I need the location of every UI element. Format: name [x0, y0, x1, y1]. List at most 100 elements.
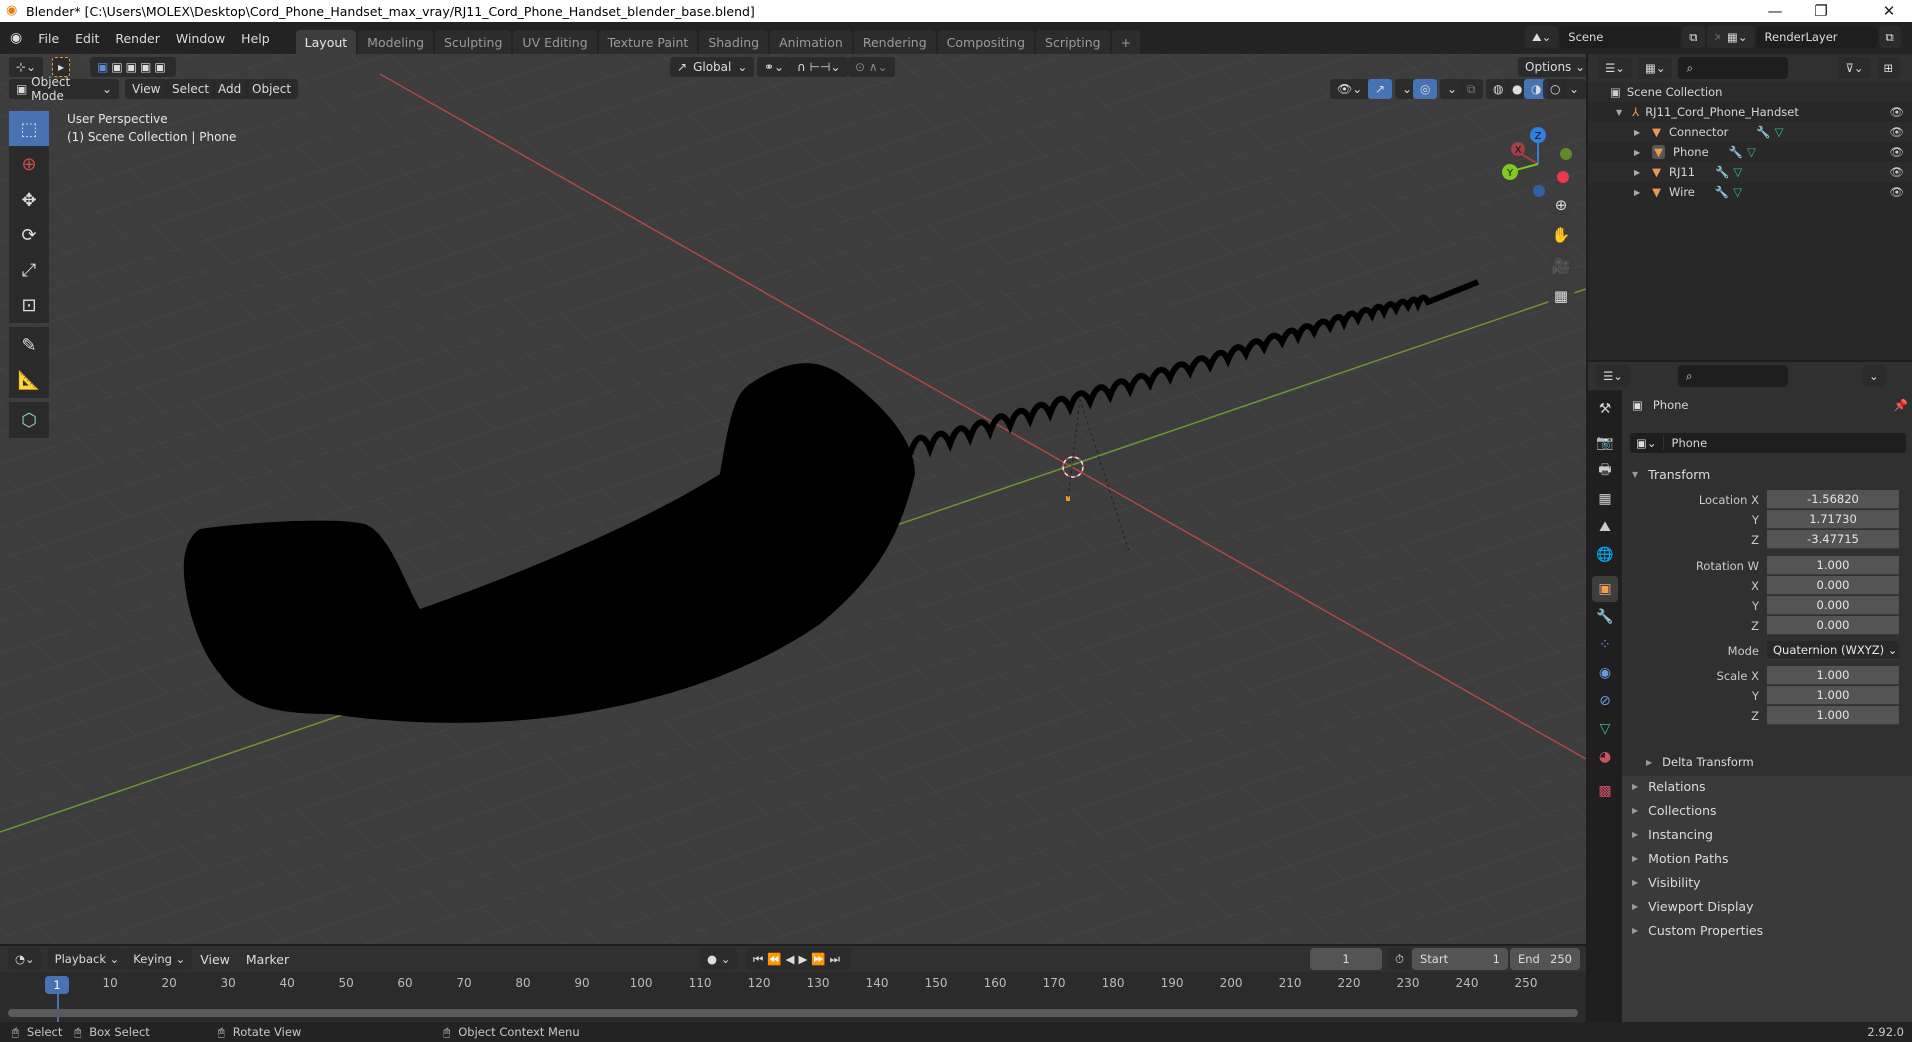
snap-toggle[interactable]: ∩ ⊢⊣⌄	[790, 57, 848, 77]
pin-icon[interactable]: 📌	[1894, 398, 1908, 412]
custom-properties-panel[interactable]: ▶ Custom Properties	[1632, 918, 1763, 942]
proportional-edit-toggle[interactable]: ⊙ ∧⌄	[848, 57, 895, 77]
select-box-tool[interactable]: ⬚	[9, 111, 49, 147]
properties-options-dropdown[interactable]: ⌄	[1861, 365, 1886, 387]
scene-tab-icon[interactable]: ⛰	[1592, 514, 1618, 540]
tab-rendering[interactable]: Rendering	[853, 30, 936, 54]
outliner-object-row[interactable]: ▶ ▼ Phone 🔧 ▽ 👁	[1588, 142, 1912, 162]
location-x-field[interactable]: -1.56820	[1767, 490, 1899, 509]
tab-shading[interactable]: Shading	[699, 30, 769, 54]
outliner-collection-row[interactable]: ▼ ⅄ RJ11_Cord_Phone_Handset 👁	[1588, 102, 1912, 122]
location-z-field[interactable]: -3.47715	[1767, 530, 1899, 549]
scene-name-field[interactable]: Scene	[1560, 26, 1681, 48]
properties-search-input[interactable]: ⌕	[1677, 365, 1788, 387]
add-cube-tool[interactable]: ⬡	[9, 402, 49, 438]
scale-z-field[interactable]: 1.000	[1767, 706, 1899, 725]
menu-select[interactable]: Select	[165, 79, 217, 99]
playhead[interactable]: 1	[45, 976, 69, 994]
motion-paths-panel[interactable]: ▶ Motion Paths	[1632, 846, 1728, 870]
expand-triangle-icon[interactable]: ▶	[1634, 128, 1640, 137]
pan-view-icon[interactable]: ✋	[1547, 221, 1575, 249]
tab-modeling[interactable]: Modeling	[358, 30, 434, 54]
scale-x-field[interactable]: 1.000	[1767, 666, 1899, 685]
close-button[interactable]: ✕	[1866, 0, 1912, 22]
expand-triangle-icon[interactable]: ▶	[1634, 148, 1640, 157]
expand-triangle-icon[interactable]: ▶	[1634, 168, 1640, 177]
rotation-z-field[interactable]: 0.000	[1767, 616, 1899, 635]
add-workspace-button[interactable]: +	[1111, 30, 1141, 54]
minimize-button[interactable]: —	[1752, 0, 1798, 22]
rotate-tool[interactable]: ⟳	[9, 217, 49, 253]
outliner-object-row[interactable]: ▶ ▼ Connector 🔧 ▽ 👁	[1588, 122, 1912, 142]
expand-triangle-icon[interactable]: ▶	[1634, 188, 1640, 197]
pivot-point-dropdown[interactable]: ⚭⌄	[757, 57, 792, 77]
menu-object[interactable]: Object	[245, 79, 299, 99]
measure-tool[interactable]: 📐	[9, 362, 49, 398]
navigation-gizmo[interactable]: Z X Y	[1490, 114, 1580, 204]
outliner-filter-icon[interactable]: ▦⌄	[1637, 57, 1673, 79]
transform-tool[interactable]: ⊡	[9, 287, 49, 323]
view-layer-field[interactable]: RenderLayer	[1756, 26, 1877, 48]
outliner-search-input[interactable]: ⌕	[1678, 57, 1789, 79]
new-scene-button[interactable]: ⧉	[1682, 26, 1705, 48]
maximize-button[interactable]: ❐	[1798, 0, 1844, 22]
scene-selector-icon[interactable]: ⛰⌄	[1525, 26, 1559, 48]
rotation-x-field[interactable]: 0.000	[1767, 576, 1899, 595]
camera-view-icon[interactable]: 🎥	[1547, 252, 1575, 280]
object-type-dropdown[interactable]: ▣⌄	[1630, 436, 1664, 450]
timeline-editor[interactable]: ◔⌄ Playback ⌄ Keying ⌄ View Marker ● ⌄ ⏮…	[0, 946, 1586, 1024]
tab-scripting[interactable]: Scripting	[1036, 30, 1110, 54]
visibility-eye-icon[interactable]: 👁	[1889, 125, 1904, 139]
tab-layout[interactable]: Layout	[295, 30, 357, 54]
expand-triangle-icon[interactable]: ▼	[1616, 108, 1622, 117]
outliner-display-mode[interactable]: ☰⌄	[1598, 57, 1632, 79]
move-tool[interactable]: ✥	[9, 182, 49, 218]
data-tab-icon[interactable]: ▽	[1592, 716, 1618, 742]
gizmo-toggle[interactable]: ↗	[1368, 79, 1393, 99]
annotate-tool[interactable]: ✎	[9, 327, 49, 363]
visibility-eye-icon[interactable]: 👁	[1889, 145, 1904, 159]
instancing-panel[interactable]: ▶ Instancing	[1632, 822, 1713, 846]
material-tab-icon[interactable]: ◕	[1592, 744, 1618, 770]
3d-viewport[interactable]: ⊹⌄ ▸ ▣ ▣▣▣▣ ↗ Global ⌄ ⚭⌄ ∩ ⊢⊣⌄ ⊙ ∧⌄ Optio…	[0, 54, 1586, 944]
object-name-field[interactable]: ▣⌄ Phone	[1630, 433, 1906, 453]
constraints-tab-icon[interactable]: ⊘	[1592, 688, 1618, 714]
new-collection-button[interactable]: ⊞	[1876, 57, 1901, 79]
xray-toggle[interactable]: ⧉	[1460, 79, 1483, 99]
rotation-w-field[interactable]: 1.000	[1767, 556, 1899, 575]
visibility-panel[interactable]: ▶ Visibility	[1632, 870, 1701, 894]
select-tool-icon[interactable]: ▸	[52, 57, 71, 77]
tab-texture-paint[interactable]: Texture Paint	[598, 30, 698, 54]
menu-window[interactable]: Window	[168, 31, 233, 46]
menu-view[interactable]: View	[125, 79, 168, 99]
scale-tool[interactable]: ⤢	[9, 252, 49, 288]
transform-panel-header[interactable]: ▼ Transform	[1632, 462, 1710, 486]
delta-transform-subpanel[interactable]: ▶ Delta Transform	[1646, 750, 1754, 774]
visibility-eye-icon[interactable]: 👁	[1889, 105, 1904, 119]
options-dropdown[interactable]: Options ⌄	[1518, 57, 1586, 77]
physics-tab-icon[interactable]: ◉	[1592, 660, 1618, 686]
properties-editor-type[interactable]: ☰⌄	[1596, 365, 1630, 387]
collections-panel[interactable]: ▶ Collections	[1632, 798, 1717, 822]
visibility-eye-icon[interactable]: 👁	[1889, 165, 1904, 179]
menu-render[interactable]: Render	[107, 31, 168, 46]
scale-y-field[interactable]: 1.000	[1767, 686, 1899, 705]
editor-type-button[interactable]: ⊹⌄	[9, 57, 44, 77]
ortho-toggle-icon[interactable]: ▦	[1547, 282, 1575, 310]
timeline-scrollbar[interactable]	[8, 1009, 1578, 1017]
rotation-y-field[interactable]: 0.000	[1767, 596, 1899, 615]
cursor-tool[interactable]: ⊕	[9, 146, 49, 182]
overlays-toggle[interactable]: ◎	[1413, 79, 1438, 99]
visibility-dropdown[interactable]: 👁⌄	[1330, 79, 1370, 99]
outliner-filter-dropdown[interactable]: ⊽⌄	[1838, 57, 1871, 79]
relations-panel[interactable]: ▶ Relations	[1632, 774, 1706, 798]
selection-mode-buttons[interactable]: ▣ ▣▣▣▣	[90, 57, 176, 77]
visibility-eye-icon[interactable]: 👁	[1889, 185, 1904, 199]
viewport-display-panel[interactable]: ▶ Viewport Display	[1632, 894, 1754, 918]
location-y-field[interactable]: 1.71730	[1767, 510, 1899, 529]
rotation-mode-dropdown[interactable]: Quaternion (WXYZ) ⌄	[1767, 641, 1899, 660]
tool-tab-icon[interactable]: ⚒	[1592, 396, 1618, 422]
menu-edit[interactable]: Edit	[67, 31, 107, 46]
menu-add[interactable]: Add	[211, 79, 249, 99]
blender-menu-icon[interactable]: ◉	[10, 30, 22, 46]
